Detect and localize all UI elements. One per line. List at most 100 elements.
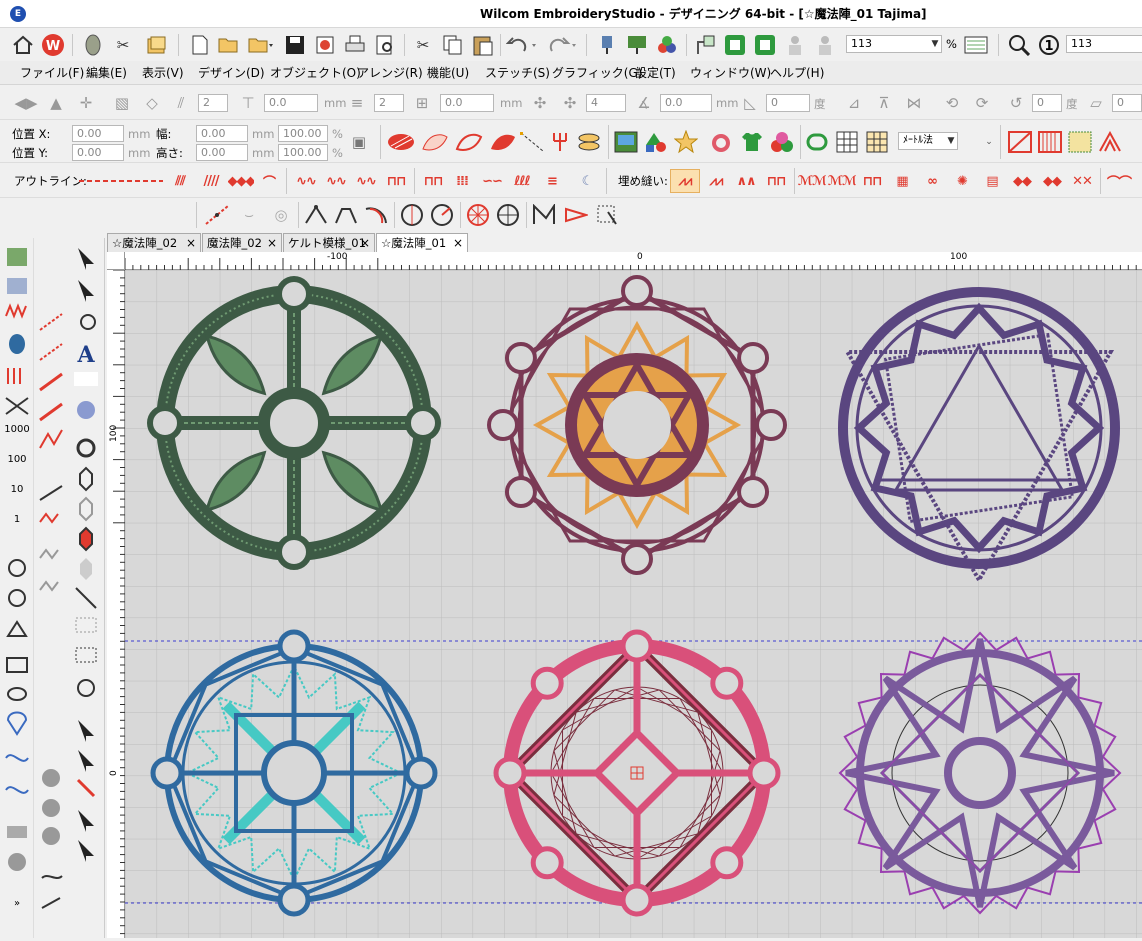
menu-edit[interactable]: 編集(E) <box>86 61 127 85</box>
scale-icon[interactable]: ◇ <box>140 92 164 114</box>
slant-icon[interactable]: ⫽ <box>172 92 190 114</box>
magic-circle-pink[interactable] <box>493 629 781 917</box>
position-x-input[interactable]: 0.00 <box>72 125 124 142</box>
slope-input[interactable]: 0 <box>766 94 810 112</box>
open-folder-icon[interactable] <box>216 32 242 58</box>
rotate-angle-input[interactable]: 0 <box>1032 94 1062 112</box>
fill-pattern-1-icon[interactable]: ℳℳ <box>798 171 826 191</box>
stitch-icon-1[interactable] <box>1006 129 1034 155</box>
width-input[interactable]: 0.00 <box>196 125 248 142</box>
outline-dashed-icon[interactable]: ⁞⁞⁞ <box>448 171 476 191</box>
menu-design[interactable]: デザイン(D) <box>198 61 265 85</box>
send-machine-icon[interactable] <box>624 32 650 58</box>
stitch-icon-2[interactable] <box>1036 129 1064 155</box>
star-icon[interactable] <box>672 129 700 155</box>
fill-pattern-2-icon[interactable]: ℳℳ <box>828 171 856 191</box>
spacing-input[interactable]: 0.0 <box>264 94 318 112</box>
more-icon[interactable]: ⌄ <box>984 127 994 157</box>
menu-graphic[interactable]: グラフィック(G) <box>552 61 642 85</box>
angle-input[interactable]: 0.0 <box>660 94 712 112</box>
lines-icon[interactable]: ≡ <box>344 92 370 114</box>
node-tool-3-icon[interactable] <box>362 203 390 227</box>
fill-wave-icon[interactable]: ∧∧ <box>732 171 760 191</box>
shapes-icon[interactable] <box>642 129 670 155</box>
mirror-v-icon[interactable]: ▲ <box>44 92 68 114</box>
skew-icon[interactable]: ▧ <box>110 92 134 114</box>
hoop-icon[interactable] <box>80 32 106 58</box>
menu-stitch[interactable]: ステッチ(S) <box>485 61 550 85</box>
angle-add-icon[interactable]: ∡ <box>632 92 656 114</box>
height-input[interactable]: 0.00 <box>196 144 248 161</box>
fork-icon[interactable] <box>548 129 572 155</box>
stop-sequence-icon[interactable] <box>692 32 718 58</box>
fill-zigzag-icon[interactable]: ⩘⩘ <box>670 169 700 193</box>
tools-icon[interactable]: ✂ <box>110 32 136 58</box>
path-icon[interactable] <box>530 203 558 227</box>
outline-wave-2-icon[interactable]: ∿∿ <box>322 171 350 191</box>
outline-blanket-icon[interactable]: ⊓⊓ <box>382 171 410 191</box>
star-fill-icon[interactable] <box>464 203 492 227</box>
new-file-icon[interactable] <box>188 32 212 58</box>
rows-input[interactable]: 2 <box>374 94 404 112</box>
fill-pattern-10-icon[interactable]: ✕✕ <box>1068 171 1096 191</box>
paste-icon[interactable] <box>470 32 496 58</box>
hoop-shape-icon[interactable] <box>804 129 830 155</box>
outline-wave-3-icon[interactable]: ∿∿ <box>352 171 380 191</box>
align-icon-2[interactable]: ⊼ <box>872 92 896 114</box>
person-upload-icon[interactable] <box>812 32 838 58</box>
fill-pattern-8-icon[interactable]: ◆◆ <box>1008 171 1036 191</box>
rotate-icon[interactable]: ✛ <box>74 92 98 114</box>
satin-icon[interactable] <box>386 129 416 155</box>
tab-magic-circle-01-star[interactable]: ☆魔法陣_01 × <box>376 233 468 253</box>
shirt-icon[interactable] <box>738 129 766 155</box>
outline-coil-icon[interactable]: ℓℓℓ <box>508 171 536 191</box>
fill-pattern-9-icon[interactable]: ◆◆ <box>1038 171 1066 191</box>
radial-fill-icon[interactable] <box>494 203 522 227</box>
spacing-icon[interactable]: ⊤ <box>236 92 260 114</box>
close-icon[interactable]: × <box>267 234 277 252</box>
outline-wave-1-icon[interactable]: ∿∿ <box>292 171 320 191</box>
undo-icon[interactable] <box>504 32 538 58</box>
menu-arrange[interactable]: アレンジ(R) <box>357 61 423 85</box>
green-frame-icon-1[interactable] <box>722 32 748 58</box>
fill-satin-icon[interactable]: ⩘⩘ <box>702 171 730 191</box>
copy-icon[interactable] <box>440 32 466 58</box>
close-icon[interactable]: × <box>453 234 463 252</box>
redo-icon[interactable] <box>546 32 580 58</box>
node-tool-2-icon[interactable] <box>332 203 360 227</box>
fill-pattern-5-icon[interactable]: ∞ <box>918 171 946 191</box>
skew-obj-icon[interactable]: ▱ <box>1084 92 1108 114</box>
path-dots-icon[interactable] <box>518 129 546 155</box>
canvas-svg[interactable] <box>107 252 1142 938</box>
tab-celtic-pattern-01[interactable]: ケルト模様_01 × <box>283 233 375 252</box>
export-icon[interactable] <box>312 32 338 58</box>
fishbone-icon[interactable] <box>488 129 518 155</box>
grid-icon[interactable] <box>834 129 860 155</box>
outline-square-icon[interactable]: ⊓⊓ <box>420 171 446 191</box>
tatami-icon[interactable] <box>420 129 450 155</box>
array-count-input[interactable]: 4 <box>586 94 626 112</box>
coil-reshape-icon[interactable]: ◎ <box>266 203 296 227</box>
menu-object[interactable]: オブジェクト(O) <box>270 61 361 85</box>
home-icon[interactable] <box>10 32 36 58</box>
fill-square-icon[interactable]: ⊓⊓ <box>762 171 790 191</box>
color-circles-icon[interactable] <box>768 129 796 155</box>
close-icon[interactable]: × <box>360 234 370 252</box>
rotate-obj-icon-2[interactable]: ⟳ <box>970 92 994 114</box>
print-icon[interactable] <box>342 32 368 58</box>
zoom-1to1-icon[interactable]: 1 <box>1036 32 1062 58</box>
wilcom-logo-icon[interactable]: W <box>40 32 66 58</box>
fish-icon[interactable] <box>576 129 604 155</box>
grid-color-icon[interactable] <box>864 129 890 155</box>
rotate-free-icon[interactable]: ↺ <box>1004 92 1028 114</box>
menu-help[interactable]: ヘルプ(H) <box>770 61 824 85</box>
picture-icon[interactable] <box>612 129 640 155</box>
stitch-icon-3[interactable] <box>1066 129 1094 155</box>
leaf-icon[interactable] <box>454 129 484 155</box>
travel-icon[interactable] <box>594 32 620 58</box>
align-icon-3[interactable]: ⋈ <box>902 92 926 114</box>
view-grid-icon[interactable] <box>962 32 990 58</box>
outline-bars-icon[interactable]: ≡ <box>538 171 566 191</box>
print-preview-icon[interactable] <box>372 32 398 58</box>
array2-icon[interactable]: ✣ <box>558 92 582 114</box>
